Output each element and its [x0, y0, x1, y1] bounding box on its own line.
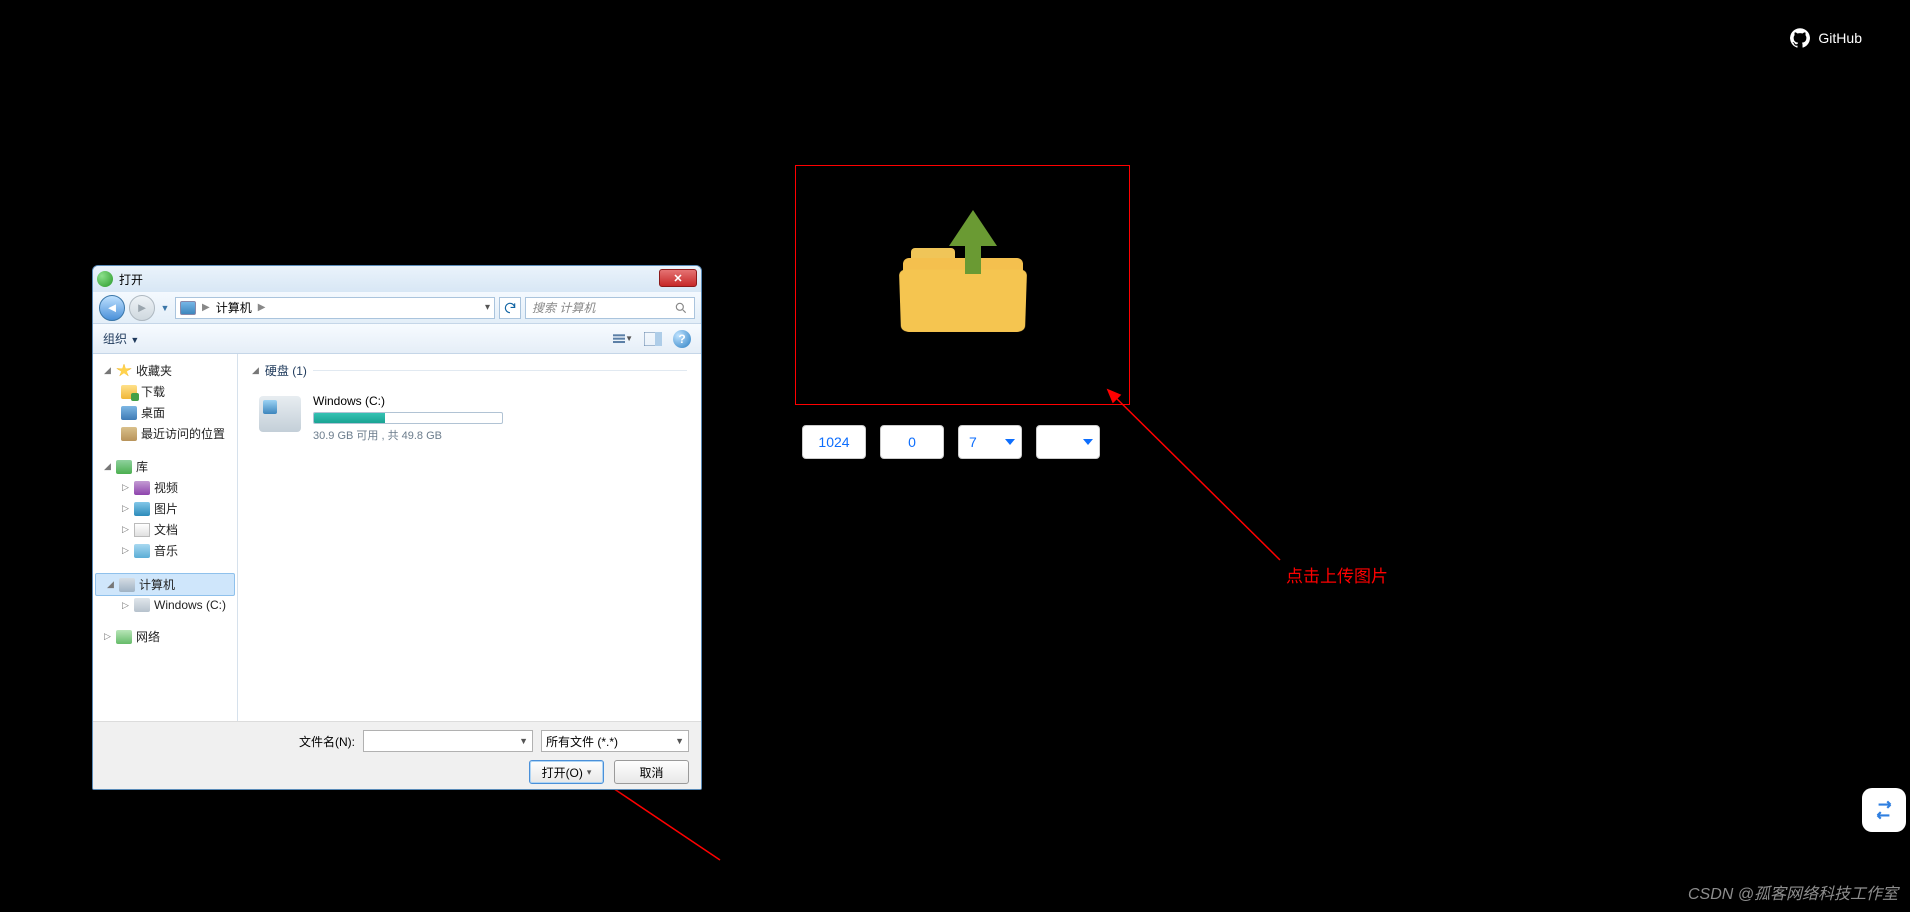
app-icon [97, 271, 113, 287]
drive-usage-bar [313, 412, 503, 424]
content-pane: ◢硬盘 (1) Windows (C:) 30.9 GB 可用 , 共 49.8… [238, 354, 701, 721]
tree-pictures[interactable]: ▷图片 [93, 498, 237, 519]
search-icon [674, 301, 688, 315]
open-button[interactable]: 打开(O) ▾ [529, 760, 604, 784]
organize-button[interactable]: 组织 ▼ [103, 330, 139, 347]
param-option-select[interactable] [1036, 425, 1100, 459]
breadcrumb-root: 计算机 [216, 299, 252, 316]
close-button[interactable]: ✕ [659, 269, 697, 287]
nav-back-button[interactable]: ◄ [99, 295, 125, 321]
dialog-toolbar: 组织 ▼ ▼ ? [93, 324, 701, 354]
param-size-input[interactable]: 1024 [802, 425, 866, 459]
floating-assist-button[interactable] [1862, 788, 1906, 832]
annotation-upload-label: 点击上传图片 [1286, 562, 1388, 587]
chevron-down-icon: ▾ [485, 302, 490, 313]
cancel-button[interactable]: 取消 [614, 760, 689, 784]
github-link[interactable]: GitHub [1790, 28, 1862, 48]
file-open-dialog: 打开 ✕ ◄ ► ▼ ▶ 计算机 ▶ ▾ 搜索 计算机 组织 ▼ ▼ ? [92, 265, 702, 790]
filetype-select[interactable]: 所有文件 (*.*)▼ [541, 730, 689, 752]
watermark-text: CSDN @孤客网络科技工作室 [1688, 880, 1898, 904]
tree-desktop[interactable]: 桌面 [93, 402, 237, 423]
tree-drive-c[interactable]: ▷Windows (C:) [93, 596, 237, 614]
nav-history-dropdown[interactable]: ▼ [159, 295, 171, 321]
drive-usage-text: 30.9 GB 可用 , 共 49.8 GB [313, 427, 515, 443]
dialog-bottom: 文件名(N): ▼ 所有文件 (*.*)▼ 打开(O) ▾ 取消 [93, 721, 701, 790]
swap-icon [1871, 797, 1897, 823]
filename-label: 文件名(N): [299, 733, 355, 750]
group-harddisk[interactable]: ◢硬盘 (1) [252, 362, 687, 379]
param-offset-input[interactable]: 0 [880, 425, 944, 459]
tree-computer[interactable]: ◢计算机 [95, 573, 235, 596]
tree-favorites[interactable]: ◢收藏夹 [93, 360, 237, 381]
upload-dropzone[interactable] [795, 165, 1130, 405]
view-mode-button[interactable]: ▼ [613, 330, 633, 348]
tree-network[interactable]: ▷网络 [93, 626, 237, 647]
refresh-button[interactable] [499, 297, 521, 319]
dialog-title: 打开 [119, 271, 143, 288]
param-row: 1024 0 7 [802, 425, 1100, 459]
param-level-select[interactable]: 7 [958, 425, 1022, 459]
preview-pane-button[interactable] [643, 330, 663, 348]
search-input[interactable]: 搜索 计算机 [525, 297, 695, 319]
tree-libraries[interactable]: ◢库 [93, 456, 237, 477]
address-breadcrumb[interactable]: ▶ 计算机 ▶ ▾ [175, 297, 495, 319]
search-placeholder: 搜索 计算机 [532, 299, 595, 316]
drive-name: Windows (C:) [313, 394, 515, 408]
filename-input[interactable]: ▼ [363, 730, 533, 752]
computer-icon [180, 301, 196, 315]
tree-videos[interactable]: ▷视频 [93, 477, 237, 498]
github-icon [1790, 28, 1810, 48]
drive-c-item[interactable]: Windows (C:) 30.9 GB 可用 , 共 49.8 GB [252, 387, 522, 450]
chevron-down-icon [1005, 439, 1015, 445]
nav-forward-button[interactable]: ► [129, 295, 155, 321]
tree-recent[interactable]: 最近访问的位置 [93, 423, 237, 444]
dialog-titlebar: 打开 ✕ [93, 266, 701, 292]
tree-music[interactable]: ▷音乐 [93, 540, 237, 561]
nav-tree: ◢收藏夹 下载 桌面 最近访问的位置 ◢库 ▷视频 ▷图片 ▷文档 ▷音乐 ◢计… [93, 354, 238, 721]
drive-icon [259, 396, 301, 432]
help-button[interactable]: ? [673, 330, 691, 348]
tree-downloads[interactable]: 下载 [93, 381, 237, 402]
chevron-down-icon [1083, 439, 1093, 445]
github-label: GitHub [1818, 30, 1862, 46]
upload-folder-icon [903, 240, 1023, 330]
dialog-navbar: ◄ ► ▼ ▶ 计算机 ▶ ▾ 搜索 计算机 [93, 292, 701, 324]
tree-documents[interactable]: ▷文档 [93, 519, 237, 540]
